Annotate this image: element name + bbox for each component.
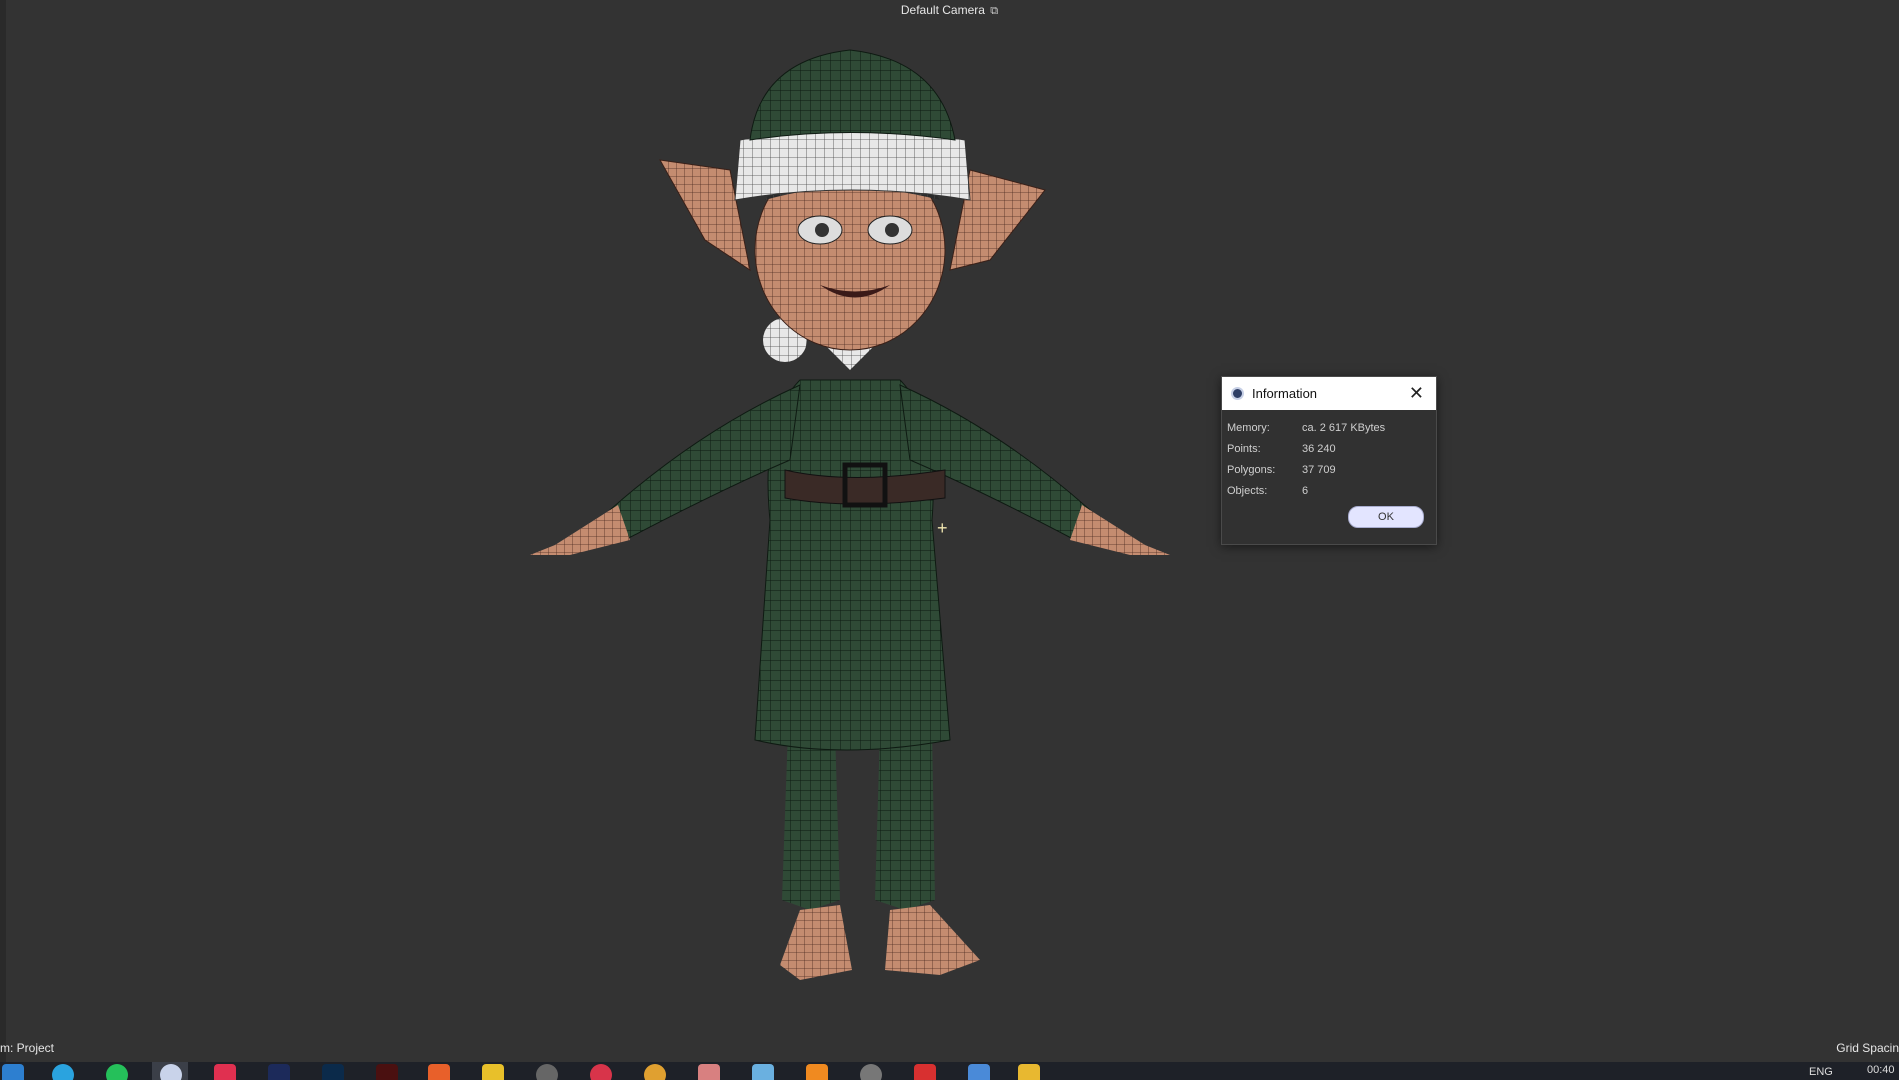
close-icon[interactable]: ✕ (1409, 383, 1424, 404)
app-icon-yellow[interactable] (482, 1064, 504, 1080)
right-leg (875, 730, 935, 910)
polygons-value: 37 709 (1302, 463, 1336, 476)
left-leg (782, 730, 840, 910)
opera-icon[interactable] (590, 1064, 612, 1080)
information-dialog[interactable]: Information ✕ Memory: ca. 2 617 KBytes P… (1221, 376, 1437, 545)
language-indicator[interactable]: ENG (1809, 1066, 1833, 1078)
left-foot (780, 905, 852, 980)
folder-icon[interactable] (1018, 1064, 1040, 1080)
app-icon-red[interactable] (214, 1064, 236, 1080)
ok-button[interactable]: OK (1348, 506, 1424, 528)
polygons-label: Polygons: (1227, 463, 1276, 476)
app-icon-x[interactable] (968, 1064, 990, 1080)
points-row: Points: 36 240 (1227, 438, 1436, 459)
clock[interactable]: 00:40 (1867, 1064, 1895, 1076)
objects-value: 6 (1302, 484, 1309, 497)
elf-character-model[interactable] (500, 40, 1200, 1000)
office-icon[interactable] (428, 1064, 450, 1080)
illustrator-icon[interactable] (376, 1064, 398, 1080)
chrome-icon[interactable] (644, 1064, 666, 1080)
windows-taskbar[interactable]: ENG 00:40 (0, 1062, 1899, 1080)
right-hand (1070, 505, 1170, 555)
left-hand (530, 505, 630, 555)
app-icon-gray[interactable] (860, 1064, 882, 1080)
after-effects-icon[interactable] (268, 1064, 290, 1080)
dialog-body: Memory: ca. 2 617 KBytes Points: 36 240 … (1222, 410, 1436, 501)
right-foot (885, 905, 980, 975)
app-icon-blue[interactable] (752, 1064, 774, 1080)
dialog-title: Information (1252, 386, 1318, 401)
start-icon[interactable] (2, 1064, 24, 1080)
polygons-row: Polygons: 37 709 (1227, 459, 1436, 480)
hat-band (734, 129, 971, 201)
memory-value: ca. 2 617 KBytes (1302, 421, 1386, 434)
status-left-text: m: Project (0, 1041, 55, 1055)
app-icon-pink[interactable] (698, 1064, 720, 1080)
dialog-titlebar[interactable]: Information ✕ (1222, 377, 1436, 410)
memory-row: Memory: ca. 2 617 KBytes (1227, 417, 1436, 438)
hat-top (749, 49, 956, 141)
system-tray[interactable]: ENG 00:40 (1739, 1062, 1899, 1080)
app-icon-red-2[interactable] (914, 1064, 936, 1080)
cinema4d-icon[interactable] (160, 1064, 182, 1080)
memory-label: Memory: (1227, 421, 1270, 434)
points-value: 36 240 (1302, 442, 1336, 455)
camera-name[interactable]: Default Camera (901, 3, 985, 17)
camera-lock-icon[interactable]: ⧉ (990, 5, 998, 17)
objects-row: Objects: 6 (1227, 480, 1436, 501)
photoshop-icon[interactable] (322, 1064, 344, 1080)
obs-icon[interactable] (536, 1064, 558, 1080)
sublime-icon[interactable] (806, 1064, 828, 1080)
status-right-text: Grid Spacin (1836, 1041, 1899, 1055)
status-bar: m: Project Grid Spacin (0, 1039, 1899, 1059)
objects-label: Objects: (1227, 484, 1268, 497)
telegram-icon[interactable] (52, 1064, 74, 1080)
cinema4d-logo-icon (1231, 387, 1244, 400)
crosshair-cursor-icon: + (937, 518, 948, 538)
whatsapp-icon[interactable] (106, 1064, 128, 1080)
camera-label[interactable]: Default Camera ⧉ (0, 3, 1899, 18)
points-label: Points: (1227, 442, 1261, 455)
